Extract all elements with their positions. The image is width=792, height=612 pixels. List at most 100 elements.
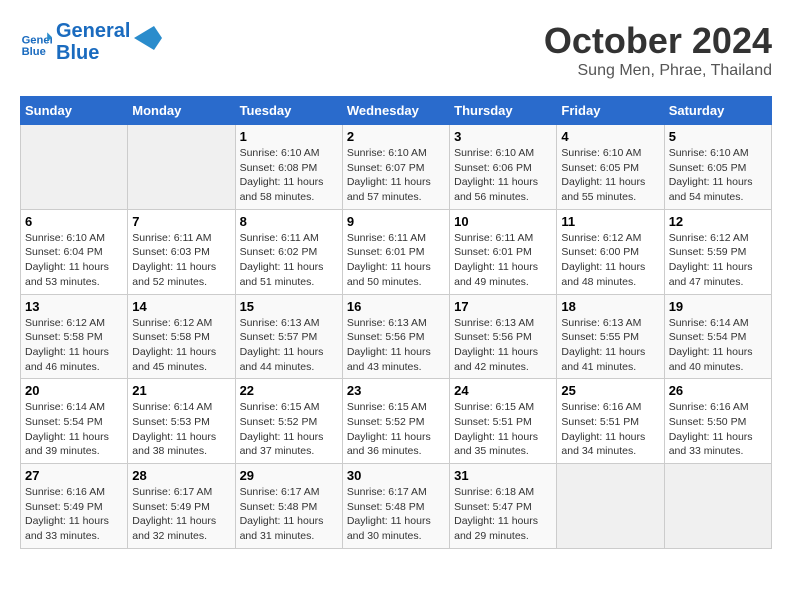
- day-detail: Sunrise: 6:12 AM Sunset: 5:58 PM Dayligh…: [132, 316, 230, 375]
- day-number: 2: [347, 129, 445, 144]
- calendar-cell: 22 Sunrise: 6:15 AM Sunset: 5:52 PM Dayl…: [235, 379, 342, 464]
- day-number: 4: [561, 129, 659, 144]
- calendar-cell: 2 Sunrise: 6:10 AM Sunset: 6:07 PM Dayli…: [342, 125, 449, 210]
- day-number: 10: [454, 214, 552, 229]
- day-number: 8: [240, 214, 338, 229]
- day-detail: Sunrise: 6:13 AM Sunset: 5:55 PM Dayligh…: [561, 316, 659, 375]
- day-detail: Sunrise: 6:16 AM Sunset: 5:49 PM Dayligh…: [25, 485, 123, 544]
- day-detail: Sunrise: 6:11 AM Sunset: 6:02 PM Dayligh…: [240, 231, 338, 290]
- day-detail: Sunrise: 6:13 AM Sunset: 5:56 PM Dayligh…: [454, 316, 552, 375]
- day-detail: Sunrise: 6:15 AM Sunset: 5:51 PM Dayligh…: [454, 400, 552, 459]
- calendar-cell: 31 Sunrise: 6:18 AM Sunset: 5:47 PM Dayl…: [450, 464, 557, 549]
- day-number: 7: [132, 214, 230, 229]
- day-detail: Sunrise: 6:15 AM Sunset: 5:52 PM Dayligh…: [347, 400, 445, 459]
- calendar-week-row: 1 Sunrise: 6:10 AM Sunset: 6:08 PM Dayli…: [21, 125, 772, 210]
- calendar-cell: [557, 464, 664, 549]
- day-number: 12: [669, 214, 767, 229]
- calendar-cell: 10 Sunrise: 6:11 AM Sunset: 6:01 PM Dayl…: [450, 209, 557, 294]
- day-detail: Sunrise: 6:10 AM Sunset: 6:04 PM Dayligh…: [25, 231, 123, 290]
- calendar-cell: 8 Sunrise: 6:11 AM Sunset: 6:02 PM Dayli…: [235, 209, 342, 294]
- weekday-header: Saturday: [664, 97, 771, 125]
- calendar-cell: 24 Sunrise: 6:15 AM Sunset: 5:51 PM Dayl…: [450, 379, 557, 464]
- calendar-cell: 14 Sunrise: 6:12 AM Sunset: 5:58 PM Dayl…: [128, 294, 235, 379]
- calendar-cell: 28 Sunrise: 6:17 AM Sunset: 5:49 PM Dayl…: [128, 464, 235, 549]
- calendar-cell: 20 Sunrise: 6:14 AM Sunset: 5:54 PM Dayl…: [21, 379, 128, 464]
- day-number: 24: [454, 383, 552, 398]
- page-header: General Blue General Blue October 2024 S…: [20, 20, 772, 80]
- calendar-week-row: 13 Sunrise: 6:12 AM Sunset: 5:58 PM Dayl…: [21, 294, 772, 379]
- day-number: 1: [240, 129, 338, 144]
- calendar-cell: 16 Sunrise: 6:13 AM Sunset: 5:56 PM Dayl…: [342, 294, 449, 379]
- calendar-cell: 17 Sunrise: 6:13 AM Sunset: 5:56 PM Dayl…: [450, 294, 557, 379]
- day-number: 23: [347, 383, 445, 398]
- calendar-table: SundayMondayTuesdayWednesdayThursdayFrid…: [20, 96, 772, 549]
- calendar-cell: 7 Sunrise: 6:11 AM Sunset: 6:03 PM Dayli…: [128, 209, 235, 294]
- logo: General Blue General Blue: [20, 20, 162, 64]
- calendar-cell: 6 Sunrise: 6:10 AM Sunset: 6:04 PM Dayli…: [21, 209, 128, 294]
- day-detail: Sunrise: 6:12 AM Sunset: 6:00 PM Dayligh…: [561, 231, 659, 290]
- day-detail: Sunrise: 6:14 AM Sunset: 5:54 PM Dayligh…: [669, 316, 767, 375]
- day-number: 9: [347, 214, 445, 229]
- weekday-header: Monday: [128, 97, 235, 125]
- calendar-cell: 30 Sunrise: 6:17 AM Sunset: 5:48 PM Dayl…: [342, 464, 449, 549]
- logo-subtext: Blue: [56, 42, 130, 64]
- day-number: 22: [240, 383, 338, 398]
- calendar-cell: 29 Sunrise: 6:17 AM Sunset: 5:48 PM Dayl…: [235, 464, 342, 549]
- day-number: 5: [669, 129, 767, 144]
- weekday-header: Wednesday: [342, 97, 449, 125]
- day-number: 19: [669, 299, 767, 314]
- day-number: 13: [25, 299, 123, 314]
- logo-arrow-icon: [134, 26, 162, 50]
- calendar-cell: 9 Sunrise: 6:11 AM Sunset: 6:01 PM Dayli…: [342, 209, 449, 294]
- day-number: 21: [132, 383, 230, 398]
- weekday-header: Friday: [557, 97, 664, 125]
- day-number: 27: [25, 468, 123, 483]
- calendar-cell: [664, 464, 771, 549]
- calendar-cell: 19 Sunrise: 6:14 AM Sunset: 5:54 PM Dayl…: [664, 294, 771, 379]
- calendar-header-row: SundayMondayTuesdayWednesdayThursdayFrid…: [21, 97, 772, 125]
- calendar-cell: [21, 125, 128, 210]
- day-detail: Sunrise: 6:16 AM Sunset: 5:51 PM Dayligh…: [561, 400, 659, 459]
- day-detail: Sunrise: 6:12 AM Sunset: 5:59 PM Dayligh…: [669, 231, 767, 290]
- location-subtitle: Sung Men, Phrae, Thailand: [544, 62, 772, 80]
- svg-text:Blue: Blue: [22, 46, 46, 58]
- day-number: 17: [454, 299, 552, 314]
- calendar-cell: 21 Sunrise: 6:14 AM Sunset: 5:53 PM Dayl…: [128, 379, 235, 464]
- month-title: October 2024: [544, 20, 772, 62]
- day-detail: Sunrise: 6:10 AM Sunset: 6:08 PM Dayligh…: [240, 146, 338, 205]
- day-detail: Sunrise: 6:18 AM Sunset: 5:47 PM Dayligh…: [454, 485, 552, 544]
- day-detail: Sunrise: 6:11 AM Sunset: 6:01 PM Dayligh…: [454, 231, 552, 290]
- day-number: 3: [454, 129, 552, 144]
- calendar-cell: 12 Sunrise: 6:12 AM Sunset: 5:59 PM Dayl…: [664, 209, 771, 294]
- calendar-cell: 15 Sunrise: 6:13 AM Sunset: 5:57 PM Dayl…: [235, 294, 342, 379]
- day-number: 20: [25, 383, 123, 398]
- calendar-cell: [128, 125, 235, 210]
- day-detail: Sunrise: 6:12 AM Sunset: 5:58 PM Dayligh…: [25, 316, 123, 375]
- logo-text: General: [56, 20, 130, 42]
- calendar-cell: 26 Sunrise: 6:16 AM Sunset: 5:50 PM Dayl…: [664, 379, 771, 464]
- day-detail: Sunrise: 6:10 AM Sunset: 6:05 PM Dayligh…: [669, 146, 767, 205]
- calendar-cell: 23 Sunrise: 6:15 AM Sunset: 5:52 PM Dayl…: [342, 379, 449, 464]
- day-number: 16: [347, 299, 445, 314]
- weekday-header: Tuesday: [235, 97, 342, 125]
- calendar-week-row: 27 Sunrise: 6:16 AM Sunset: 5:49 PM Dayl…: [21, 464, 772, 549]
- calendar-cell: 27 Sunrise: 6:16 AM Sunset: 5:49 PM Dayl…: [21, 464, 128, 549]
- day-detail: Sunrise: 6:11 AM Sunset: 6:03 PM Dayligh…: [132, 231, 230, 290]
- day-detail: Sunrise: 6:17 AM Sunset: 5:48 PM Dayligh…: [240, 485, 338, 544]
- calendar-cell: 25 Sunrise: 6:16 AM Sunset: 5:51 PM Dayl…: [557, 379, 664, 464]
- calendar-cell: 4 Sunrise: 6:10 AM Sunset: 6:05 PM Dayli…: [557, 125, 664, 210]
- calendar-cell: 3 Sunrise: 6:10 AM Sunset: 6:06 PM Dayli…: [450, 125, 557, 210]
- day-number: 30: [347, 468, 445, 483]
- day-detail: Sunrise: 6:14 AM Sunset: 5:54 PM Dayligh…: [25, 400, 123, 459]
- weekday-header: Thursday: [450, 97, 557, 125]
- weekday-header: Sunday: [21, 97, 128, 125]
- calendar-cell: 1 Sunrise: 6:10 AM Sunset: 6:08 PM Dayli…: [235, 125, 342, 210]
- day-number: 14: [132, 299, 230, 314]
- day-detail: Sunrise: 6:11 AM Sunset: 6:01 PM Dayligh…: [347, 231, 445, 290]
- day-number: 28: [132, 468, 230, 483]
- day-detail: Sunrise: 6:10 AM Sunset: 6:06 PM Dayligh…: [454, 146, 552, 205]
- day-number: 11: [561, 214, 659, 229]
- day-detail: Sunrise: 6:17 AM Sunset: 5:49 PM Dayligh…: [132, 485, 230, 544]
- day-detail: Sunrise: 6:13 AM Sunset: 5:57 PM Dayligh…: [240, 316, 338, 375]
- day-detail: Sunrise: 6:16 AM Sunset: 5:50 PM Dayligh…: [669, 400, 767, 459]
